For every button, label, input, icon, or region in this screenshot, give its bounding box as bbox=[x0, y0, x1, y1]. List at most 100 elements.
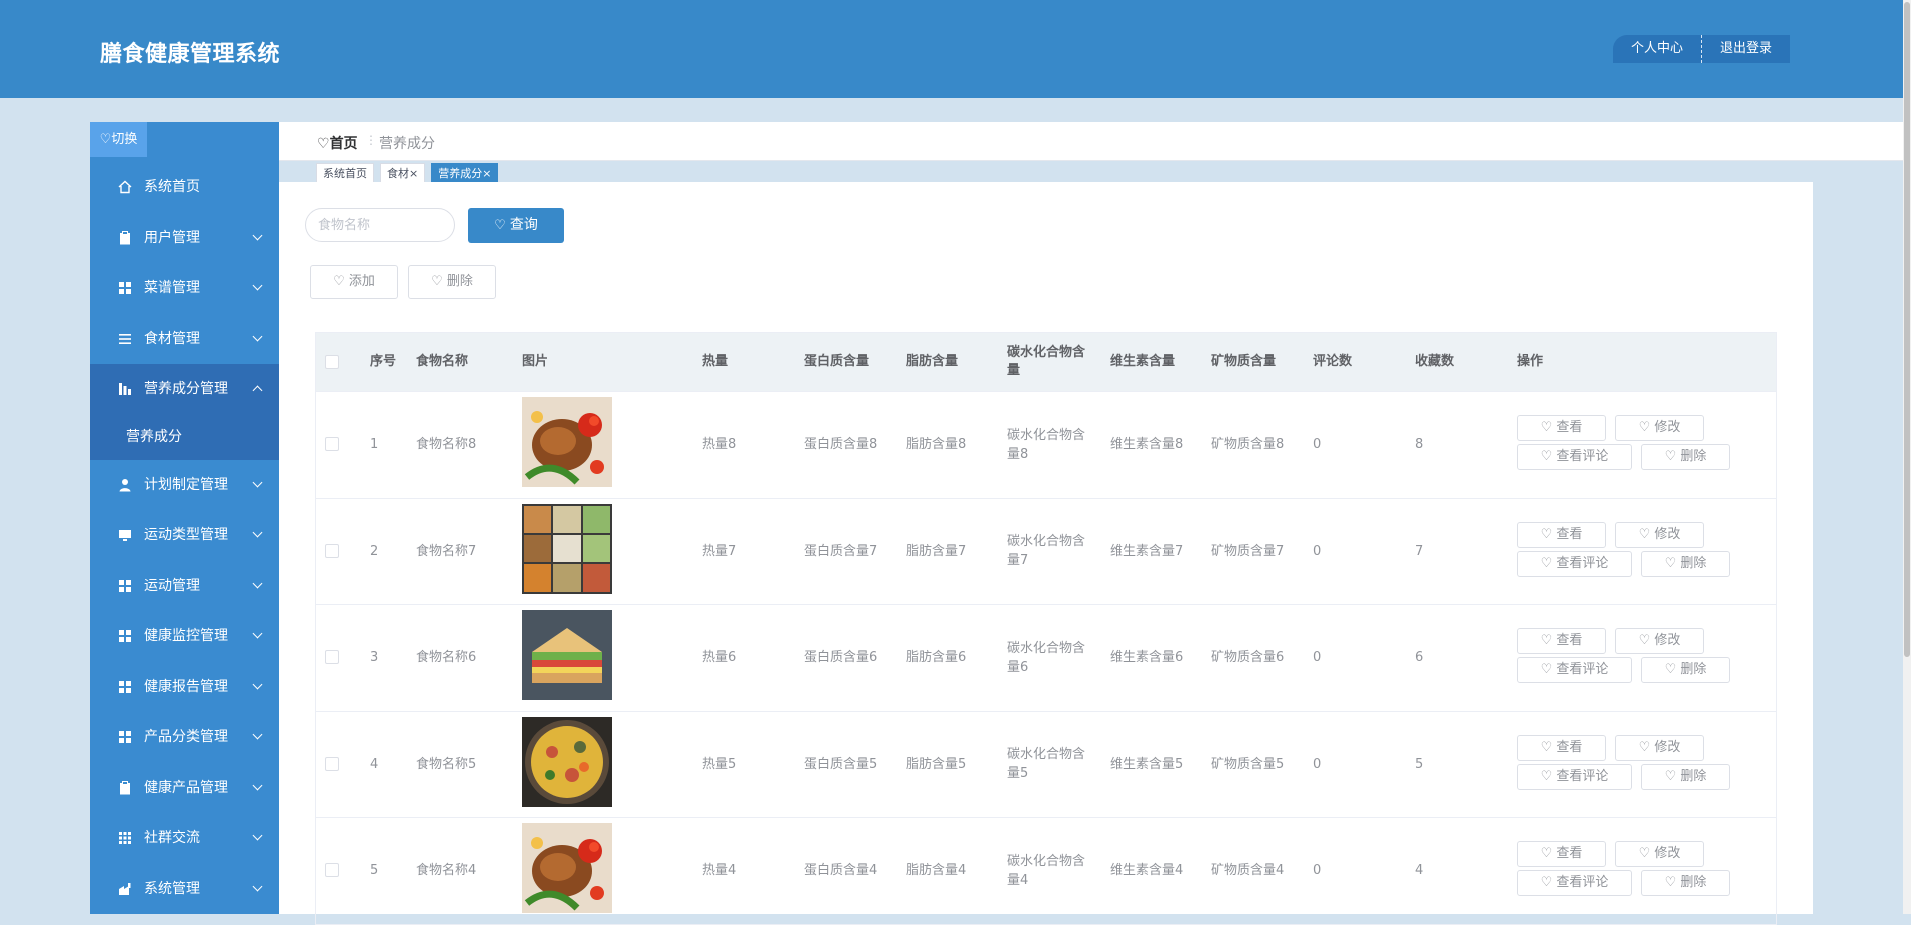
cell-vitamin: 维生素含量5 bbox=[1110, 756, 1184, 772]
heart-icon: ♡ bbox=[1638, 739, 1651, 755]
row-checkbox[interactable] bbox=[325, 650, 339, 664]
breadcrumb-home-label: 首页 bbox=[329, 136, 358, 152]
cell-carb: 碳水化合物含量7 bbox=[1007, 534, 1086, 568]
header-image: 图片 bbox=[522, 354, 549, 369]
sidebar-item-plans[interactable]: 计划制定管理 bbox=[90, 460, 279, 511]
view-comments-button[interactable]: ♡ 查看评论 bbox=[1517, 870, 1632, 896]
cell-favorites: 6 bbox=[1415, 650, 1424, 665]
header-index: 序号 bbox=[370, 354, 397, 369]
view-comments-button[interactable]: ♡ 查看评论 bbox=[1517, 763, 1632, 790]
view-button[interactable]: ♡ 查看 bbox=[1517, 628, 1606, 654]
view-button[interactable]: ♡ 查看 bbox=[1517, 415, 1606, 441]
row-delete-button[interactable]: ♡ 删除 bbox=[1641, 763, 1730, 790]
sidebar-item-exercise[interactable]: 运动管理 bbox=[90, 561, 279, 612]
heart-icon: ♡ bbox=[1540, 449, 1553, 464]
chevron-down-icon bbox=[252, 331, 263, 341]
food-image bbox=[522, 503, 612, 594]
sidebar-item-ingredients[interactable]: 食材管理 bbox=[90, 314, 279, 365]
cell-comments: 0 bbox=[1313, 437, 1322, 452]
header-name: 食物名称 bbox=[416, 354, 469, 369]
chevron-down-icon bbox=[252, 679, 263, 689]
heart-icon: ♡ bbox=[1664, 875, 1677, 890]
cell-favorites: 4 bbox=[1415, 863, 1424, 878]
cell-comments: 0 bbox=[1313, 863, 1322, 878]
cell-heat: 热量6 bbox=[702, 650, 737, 665]
sidebar-subitem-nutrition[interactable]: 营养成分 bbox=[90, 414, 279, 460]
sidebar-item-recipes[interactable]: 菜谱管理 bbox=[90, 263, 279, 314]
sandwich-image bbox=[522, 610, 612, 700]
chevron-up-icon bbox=[252, 385, 263, 396]
row-checkbox[interactable] bbox=[325, 543, 339, 558]
select-all-checkbox[interactable] bbox=[325, 355, 339, 369]
switch-button[interactable]: ♡切换 bbox=[90, 122, 147, 157]
cell-mineral: 矿物质含量6 bbox=[1211, 650, 1285, 665]
view-comments-button[interactable]: ♡ 查看评论 bbox=[1517, 550, 1632, 577]
heart-icon: ♡ bbox=[1664, 555, 1677, 571]
row-delete-button[interactable]: ♡ 删除 bbox=[1641, 657, 1730, 683]
row-checkbox[interactable] bbox=[325, 437, 339, 451]
query-button[interactable]: ♡ 查询 bbox=[468, 208, 564, 243]
sidebar-item-exercise-types[interactable]: 运动类型管理 bbox=[90, 510, 279, 561]
row-checkbox[interactable] bbox=[325, 756, 339, 771]
view-button[interactable]: ♡ 查看 bbox=[1517, 841, 1606, 867]
cell-index: 1 bbox=[370, 437, 379, 452]
edit-label: 修改 bbox=[1654, 739, 1681, 755]
monitor-icon bbox=[119, 530, 131, 541]
food-name-search-input[interactable] bbox=[305, 208, 455, 242]
sidebar: ♡切换 系统首页 用户管理 菜谱管理 食材管理 营养成分管理 营养成分 计划制定… bbox=[90, 122, 279, 914]
edit-button[interactable]: ♡ 修改 bbox=[1615, 628, 1704, 654]
cell-name: 食物名称6 bbox=[416, 650, 477, 665]
edit-button[interactable]: ♡ 修改 bbox=[1615, 521, 1704, 548]
sidebar-item-health-monitor[interactable]: 健康监控管理 bbox=[90, 611, 279, 662]
sidebar-item-community[interactable]: 社群交流 bbox=[90, 813, 279, 864]
breadcrumb-separator: ⋮ bbox=[365, 133, 377, 147]
cell-comments: 0 bbox=[1313, 543, 1322, 559]
row-delete-button[interactable]: ♡ 删除 bbox=[1641, 550, 1730, 577]
row-delete-button[interactable]: ♡ 删除 bbox=[1641, 870, 1730, 896]
chevron-down-icon bbox=[252, 230, 263, 240]
cell-carb: 碳水化合物含量8 bbox=[1007, 427, 1086, 462]
sidebar-menu: 系统首页 用户管理 菜谱管理 食材管理 营养成分管理 营养成分 计划制定管理 运… bbox=[90, 162, 279, 914]
logout-button[interactable]: 退出登录 bbox=[1702, 35, 1791, 63]
grid-icon bbox=[119, 630, 131, 642]
breadcrumb-home[interactable]: ♡首页 bbox=[317, 133, 358, 153]
cell-vitamin: 维生素含量8 bbox=[1110, 437, 1184, 452]
edit-button[interactable]: ♡ 修改 bbox=[1615, 415, 1704, 441]
cell-vitamin: 维生素含量4 bbox=[1110, 863, 1184, 878]
cell-vitamin: 维生素含量6 bbox=[1110, 650, 1184, 665]
sidebar-item-label: 运动管理 bbox=[144, 577, 200, 594]
heart-icon: ♡ bbox=[1540, 662, 1553, 677]
edit-button[interactable]: ♡ 修改 bbox=[1615, 734, 1704, 761]
header-protein: 蛋白质含量 bbox=[804, 354, 870, 369]
sidebar-item-product-category[interactable]: 产品分类管理 bbox=[90, 712, 279, 763]
row-delete-button[interactable]: ♡ 删除 bbox=[1641, 444, 1730, 470]
food-image bbox=[522, 823, 612, 913]
cell-index: 4 bbox=[370, 756, 379, 772]
sidebar-item-home[interactable]: 系统首页 bbox=[90, 162, 279, 213]
sidebar-item-nutrition[interactable]: 营养成分管理 bbox=[90, 364, 279, 415]
row-checkbox[interactable] bbox=[325, 863, 339, 877]
scrollbar-thumb[interactable] bbox=[1904, 2, 1910, 657]
view-comments-button[interactable]: ♡ 查看评论 bbox=[1517, 444, 1632, 470]
profile-button[interactable]: 个人中心 bbox=[1613, 35, 1703, 63]
heart-icon: ♡ bbox=[1540, 555, 1553, 571]
edit-button[interactable]: ♡ 修改 bbox=[1615, 841, 1704, 867]
grid-icon bbox=[119, 680, 131, 693]
heart-icon: ♡ bbox=[333, 274, 345, 289]
view-button[interactable]: ♡ 查看 bbox=[1517, 521, 1606, 548]
cell-index: 2 bbox=[370, 543, 379, 559]
sidebar-item-label: 产品分类管理 bbox=[144, 729, 228, 745]
edit-label: 修改 bbox=[1654, 420, 1681, 435]
view-button[interactable]: ♡ 查看 bbox=[1517, 734, 1606, 761]
view-comments-button[interactable]: ♡ 查看评论 bbox=[1517, 657, 1632, 683]
sidebar-item-health-products[interactable]: 健康产品管理 bbox=[90, 763, 279, 814]
heart-icon: ♡ bbox=[1664, 662, 1677, 677]
delete-button[interactable]: ♡ 删除 bbox=[408, 265, 496, 299]
sidebar-item-label: 菜谱管理 bbox=[144, 280, 200, 296]
sidebar-item-label: 食材管理 bbox=[144, 330, 200, 347]
add-button[interactable]: ♡ 添加 bbox=[310, 265, 398, 299]
sidebar-item-system[interactable]: 系统管理 bbox=[90, 864, 279, 915]
page-scrollbar[interactable] bbox=[1903, 0, 1911, 914]
sidebar-item-health-report[interactable]: 健康报告管理 bbox=[90, 662, 279, 713]
sidebar-item-users[interactable]: 用户管理 bbox=[90, 213, 279, 264]
